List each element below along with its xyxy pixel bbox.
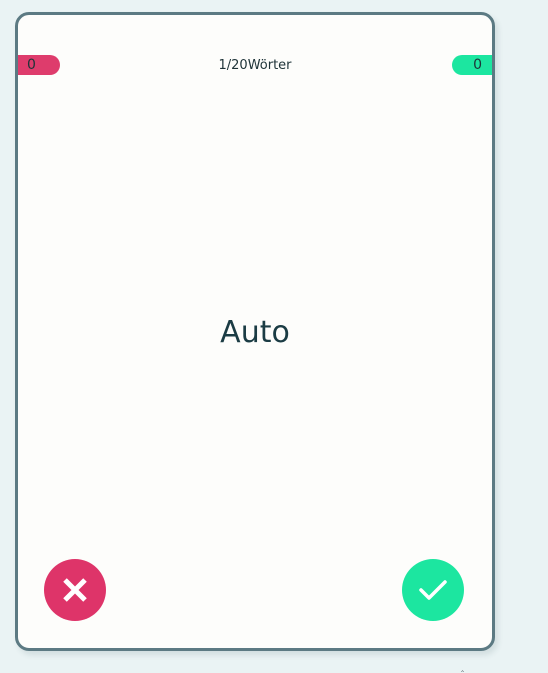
progress-unit: Wörter xyxy=(247,58,292,73)
right-count: 0 xyxy=(473,57,482,73)
wrong-answer-button[interactable] xyxy=(44,559,106,621)
progress-total: 20 xyxy=(231,58,248,73)
progress-current: 1 xyxy=(218,58,227,73)
flashcard-word: Auto xyxy=(220,315,290,350)
close-icon xyxy=(63,578,87,602)
right-answer-button[interactable] xyxy=(402,559,464,621)
progress-indicator: 1/20Wörter xyxy=(18,57,492,75)
right-count-badge: 0 xyxy=(452,55,492,75)
flashcard: 0 1/20Wörter 0 Auto xyxy=(15,12,495,651)
check-icon xyxy=(419,580,447,600)
cursor-icon: ‸ xyxy=(461,663,465,673)
